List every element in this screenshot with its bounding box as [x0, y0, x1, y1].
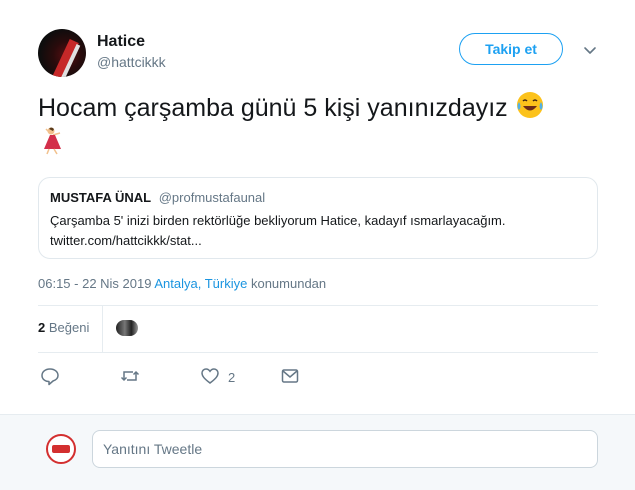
- likes-stat[interactable]: 2 Beğeni: [38, 320, 89, 335]
- divider: [102, 306, 103, 352]
- like-count: 2: [228, 370, 236, 385]
- divider: [38, 305, 598, 306]
- quoted-tweet-text: Çarşamba 5' inizi birden rektörlüğe bekl…: [50, 213, 506, 248]
- author-avatar[interactable]: [38, 29, 86, 77]
- tweet-meta: 06:15 - 22 Nis 2019 Antalya, Türkiye kon…: [38, 276, 326, 291]
- author-name[interactable]: Hatice: [97, 33, 145, 51]
- quoted-author-handle: @profmustafaunal: [158, 190, 266, 205]
- chevron-down-icon[interactable]: [582, 42, 598, 58]
- quoted-tweet[interactable]: MUSTAFA ÜNAL @profmustafaunal Çarşamba 5…: [38, 177, 598, 259]
- heart-icon[interactable]: [200, 366, 220, 386]
- follow-button[interactable]: Takip et: [459, 33, 563, 65]
- tweet-location[interactable]: Antalya, Türkiye: [154, 276, 247, 291]
- tears-of-joy-icon: [516, 92, 543, 118]
- author-handle[interactable]: @hattcikkk: [97, 54, 166, 70]
- reply-icon[interactable]: [40, 366, 60, 386]
- liker-avatar[interactable]: [116, 320, 138, 336]
- divider: [38, 352, 598, 353]
- quoted-tweet-link[interactable]: twitter.com/hattcikkk/stat...: [50, 233, 202, 248]
- tweet-timestamp[interactable]: 06:15 - 22 Nis 2019: [38, 276, 151, 291]
- dancer-icon: [44, 127, 61, 155]
- reply-input[interactable]: Yanıtını Tweetle: [92, 430, 598, 468]
- user-avatar[interactable]: [46, 434, 76, 464]
- tweet-body: Hocam çarşamba günü 5 kişi yanınızdayız: [38, 94, 508, 122]
- message-icon[interactable]: [280, 366, 300, 386]
- retweet-icon[interactable]: [120, 366, 140, 386]
- tweet-text: Hocam çarşamba günü 5 kişi yanınızdayız: [38, 90, 608, 160]
- location-suffix: konumundan: [250, 276, 327, 291]
- quoted-author-name: MUSTAFA ÜNAL: [50, 190, 152, 205]
